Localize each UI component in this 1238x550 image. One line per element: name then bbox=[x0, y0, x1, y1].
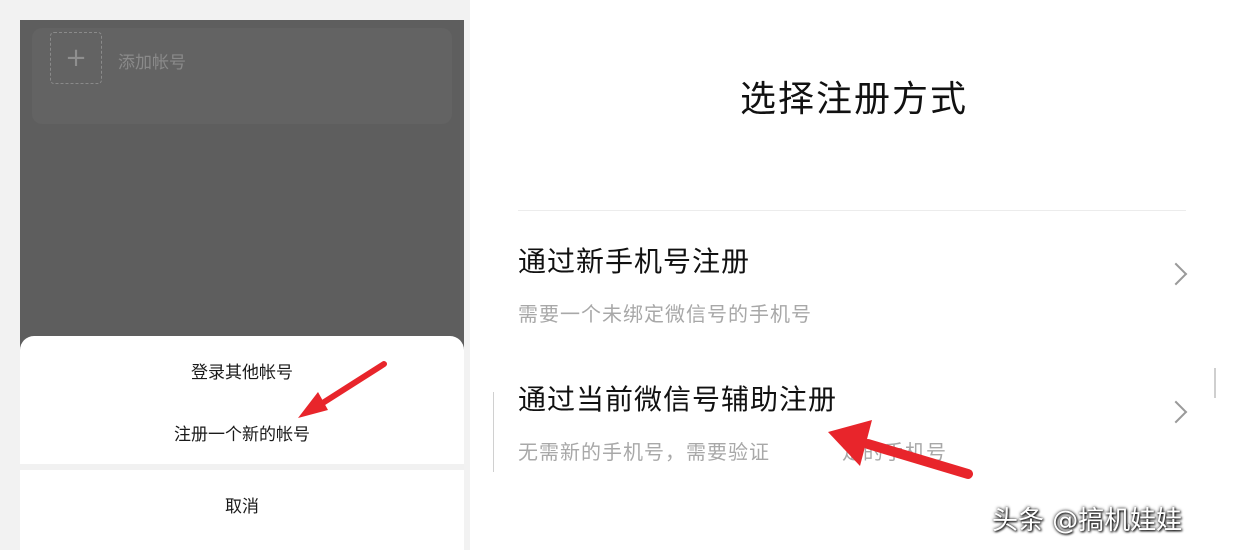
annotation-arrows bbox=[298, 361, 973, 479]
red-arrow-left bbox=[298, 361, 387, 418]
red-arrow-right bbox=[828, 420, 973, 479]
watermark: 头条 @搞机娃娃 bbox=[992, 506, 1183, 536]
